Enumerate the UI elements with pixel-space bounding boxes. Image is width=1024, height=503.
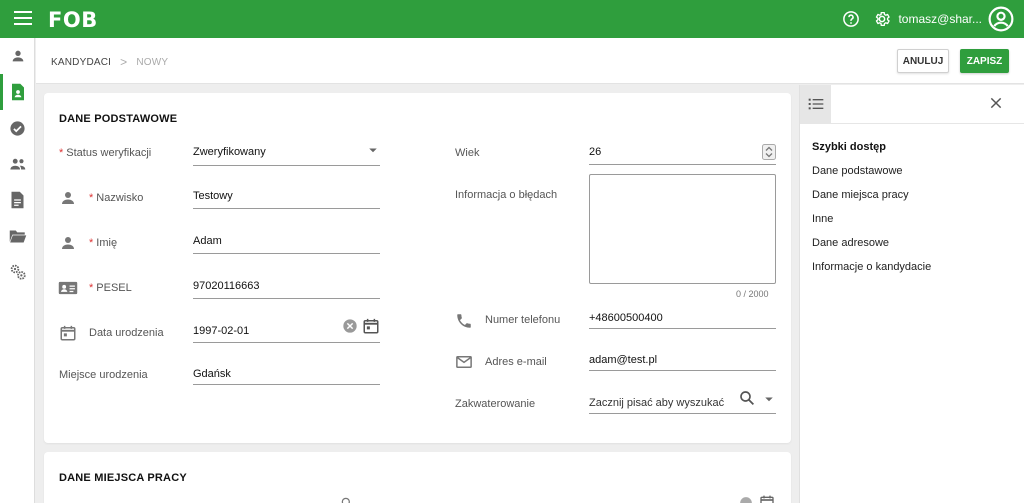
quick-access-tab[interactable] bbox=[800, 85, 831, 123]
help-icon[interactable] bbox=[841, 9, 861, 29]
surname-input[interactable]: Testowy bbox=[193, 190, 233, 202]
page-subheader: KANDYDACI > NOWY ANULUJ ZAPISZ bbox=[36, 38, 1024, 84]
save-button[interactable]: ZAPISZ bbox=[960, 49, 1009, 73]
quick-link-other[interactable]: Inne bbox=[812, 213, 833, 225]
number-stepper-icon[interactable] bbox=[762, 144, 776, 160]
phone-label: Numer telefonu bbox=[485, 314, 561, 326]
section-title-workplace-data: DANE MIEJSCA PRACY bbox=[59, 472, 187, 484]
errors-info-label: Informacja o błędach bbox=[455, 189, 558, 201]
user-avatar-icon[interactable] bbox=[988, 6, 1014, 32]
id-card-icon bbox=[58, 281, 78, 295]
status-select-value[interactable]: Zweryfikowany bbox=[193, 146, 266, 158]
phone-icon bbox=[457, 314, 471, 328]
quick-access-title: Szybki dostęp bbox=[812, 141, 886, 153]
breadcrumb-candidates[interactable]: KANDYDACI bbox=[51, 57, 111, 68]
nav-item-admin-settings[interactable] bbox=[0, 254, 35, 290]
nav-item-person[interactable] bbox=[0, 38, 35, 74]
dropdown-arrow-icon[interactable] bbox=[364, 141, 382, 159]
close-icon[interactable] bbox=[988, 95, 1004, 111]
breadcrumb-separator: > bbox=[120, 55, 128, 69]
quick-link-address-data[interactable]: Dane adresowe bbox=[812, 237, 889, 249]
app-logo-text: FOB bbox=[48, 8, 98, 32]
user-name[interactable]: tomasz@shar... bbox=[898, 12, 982, 26]
breadcrumb: KANDYDACI > NOWY bbox=[51, 55, 168, 69]
age-input[interactable]: 26 bbox=[589, 146, 601, 158]
age-label: Wiek bbox=[455, 147, 480, 159]
clear-circle-icon[interactable] bbox=[342, 318, 358, 334]
calendar-picker-icon[interactable] bbox=[759, 494, 775, 503]
basic-data-card: DANE PODSTAWOWE * Status weryfikacji Zwer… bbox=[44, 93, 791, 443]
email-input[interactable]: adam@test.pl bbox=[589, 354, 657, 366]
person-icon bbox=[62, 192, 74, 204]
people-icon bbox=[9, 158, 25, 170]
status-underline bbox=[193, 165, 380, 166]
person-icon bbox=[62, 237, 74, 249]
first-name-input[interactable]: Adam bbox=[193, 235, 222, 247]
mail-icon bbox=[456, 356, 472, 368]
nav-item-documents[interactable] bbox=[0, 182, 35, 218]
search-icon[interactable] bbox=[738, 389, 756, 407]
age-underline bbox=[589, 164, 776, 165]
section-title-basic-data: DANE PODSTAWOWE bbox=[59, 113, 178, 125]
birthplace-input[interactable]: Gdańsk bbox=[193, 368, 231, 380]
left-navigation bbox=[0, 38, 35, 503]
document-icon bbox=[11, 191, 24, 209]
nav-item-groups[interactable] bbox=[0, 146, 35, 182]
surname-underline bbox=[193, 208, 380, 209]
quick-access-panel: Szybki dostęp Dane podstawowe Dane miejs… bbox=[799, 85, 1024, 503]
nav-item-verification[interactable] bbox=[0, 110, 35, 146]
calendar-picker-icon[interactable] bbox=[362, 317, 380, 335]
pesel-label: * PESEL bbox=[89, 282, 132, 294]
settings-gear-icon[interactable] bbox=[872, 9, 892, 29]
email-label: Adres e-mail bbox=[485, 356, 547, 368]
first-name-label: * Imię bbox=[89, 237, 118, 249]
app-logo[interactable]: FOB bbox=[48, 8, 98, 32]
surname-label: * Nazwisko bbox=[89, 192, 144, 204]
accommodation-search-input[interactable]: Zacznij pisać aby wyszukać bbox=[589, 397, 724, 409]
accommodation-underline bbox=[589, 413, 776, 414]
calendar-icon bbox=[60, 325, 76, 341]
errors-char-counter: 0 / 2000 bbox=[736, 289, 769, 299]
panel-divider bbox=[800, 123, 1024, 124]
list-icon bbox=[808, 98, 823, 110]
check-circle-icon bbox=[10, 120, 25, 136]
menu-icon[interactable] bbox=[14, 11, 32, 27]
first-name-underline bbox=[193, 253, 380, 254]
top-app-bar: FOB tomasz@shar... bbox=[0, 0, 1024, 38]
email-underline bbox=[589, 370, 776, 371]
phone-input[interactable]: +48600500400 bbox=[589, 312, 663, 324]
clear-circle-icon[interactable] bbox=[739, 496, 753, 503]
person-icon bbox=[12, 50, 23, 62]
workplace-data-card: DANE MIEJSCA PRACY bbox=[44, 452, 791, 503]
settings-cogs-icon bbox=[10, 264, 26, 280]
quick-link-basic-data[interactable]: Dane podstawowe bbox=[812, 165, 903, 177]
birthdate-input[interactable]: 1997-02-01 bbox=[193, 325, 249, 337]
dropdown-arrow-icon[interactable] bbox=[760, 390, 778, 408]
folder-open-icon bbox=[9, 230, 26, 242]
nav-item-folders[interactable] bbox=[0, 218, 35, 254]
quick-link-candidate-info[interactable]: Informacje o kandydacie bbox=[812, 261, 931, 273]
status-label: * Status weryfikacji bbox=[59, 147, 152, 159]
search-icon[interactable] bbox=[340, 496, 354, 503]
birthplace-underline bbox=[193, 384, 380, 385]
cancel-button[interactable]: ANULUJ bbox=[897, 49, 949, 73]
birthdate-label: Data urodzenia bbox=[89, 327, 164, 339]
breadcrumb-current: NOWY bbox=[136, 56, 169, 68]
accommodation-label: Zakwaterowanie bbox=[455, 398, 536, 410]
pesel-underline bbox=[193, 298, 380, 299]
pesel-input[interactable]: 97020116663 bbox=[193, 280, 259, 292]
top-right-actions: tomasz@shar... bbox=[841, 0, 1014, 38]
phone-underline bbox=[589, 328, 776, 329]
birthplace-label: Miejsce urodzenia bbox=[59, 369, 148, 381]
quick-link-workplace-data[interactable]: Dane miejsca pracy bbox=[812, 189, 909, 201]
birthdate-underline bbox=[193, 342, 380, 343]
nav-item-candidate-form[interactable] bbox=[0, 74, 35, 110]
errors-info-textarea[interactable] bbox=[589, 174, 776, 284]
contact-document-icon bbox=[11, 83, 24, 101]
